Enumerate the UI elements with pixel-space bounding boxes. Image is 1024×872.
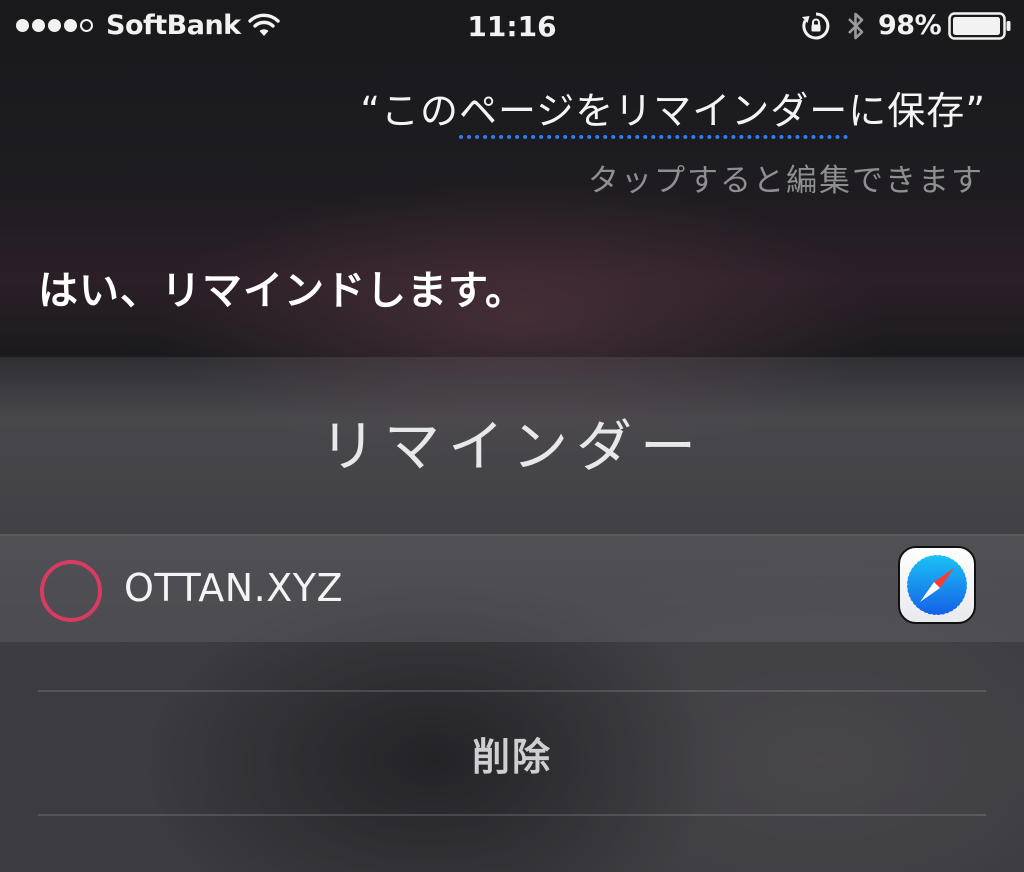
battery-icon	[948, 12, 1012, 44]
siri-response: はい、リマインドします。	[38, 268, 526, 314]
tap-to-edit-hint: タップすると編集できます	[588, 163, 984, 199]
siri-screen: SoftBank 11:16 98% “このページをリマインダーに保存” タップ…	[0, 0, 1024, 872]
safari-icon[interactable]	[898, 546, 976, 624]
query-close-quote: ”	[965, 89, 986, 133]
status-time: 11:16	[467, 10, 557, 43]
query-editable-phrase[interactable]: ページをリマインダー	[459, 89, 849, 139]
bluetooth-icon	[846, 10, 866, 46]
divider	[38, 814, 986, 816]
reminder-card-title: リマインダー	[320, 415, 704, 480]
reminder-item-text: OTTAN.XYZ	[124, 566, 343, 610]
orientation-lock-icon	[801, 11, 831, 45]
siri-query[interactable]: “このページをリマインダーに保存”	[360, 80, 986, 139]
reminder-complete-checkbox[interactable]	[40, 560, 102, 622]
query-suffix: に保存	[848, 89, 966, 133]
query-prefix: この	[381, 89, 460, 133]
status-bar: SoftBank 11:16 98%	[0, 0, 1024, 52]
reminder-item[interactable]: OTTAN.XYZ	[0, 536, 1024, 642]
battery-percentage: 98%	[878, 10, 942, 41]
delete-button[interactable]: 削除	[38, 692, 986, 814]
query-open-quote: “	[360, 89, 382, 133]
